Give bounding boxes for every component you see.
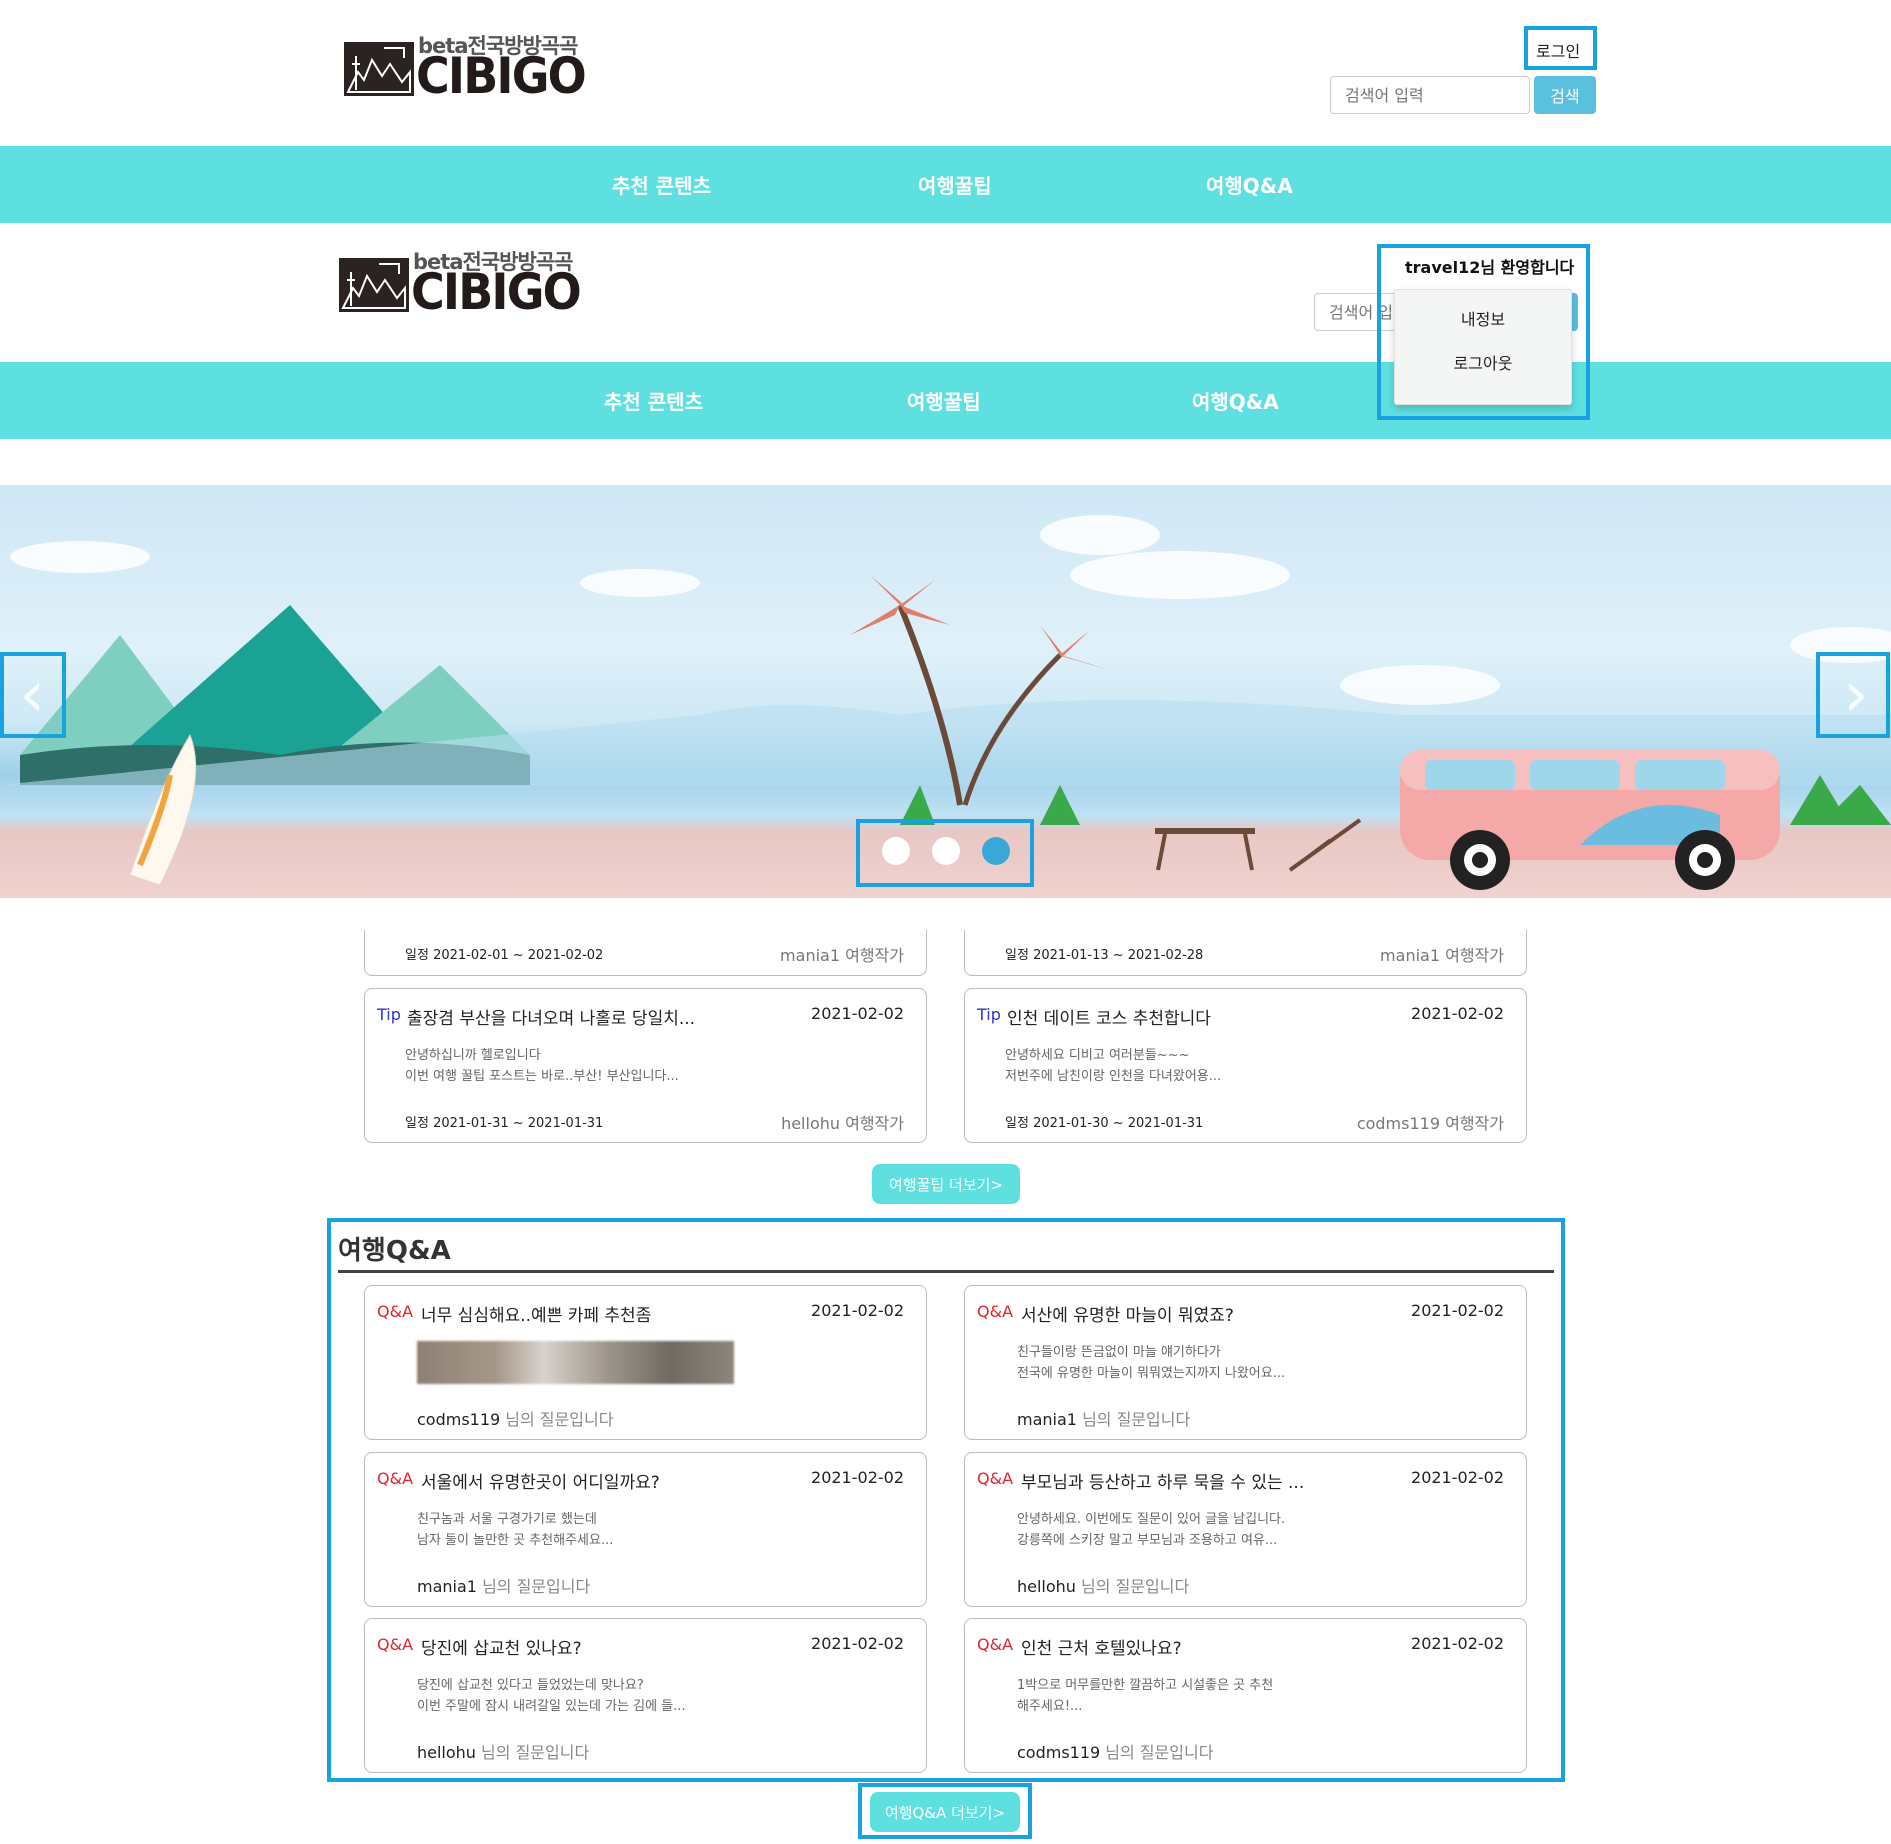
- nav-travel-qa[interactable]: 여행Q&A: [1192, 386, 1279, 415]
- tip-tag: Tip: [377, 1005, 401, 1024]
- carousel-dot-1[interactable]: [882, 837, 910, 865]
- logo-wordmark: CIBIGO: [416, 47, 587, 105]
- qa-card[interactable]: Q&A 서울에서 유명한곳이 어디일까요? 2021-02-02 친구놈과 서울…: [364, 1452, 927, 1607]
- card-title[interactable]: 출장겸 부산을 다녀오며 나홀로 당일치...: [407, 1004, 695, 1029]
- schedule: 일정 2021-02-01 ~ 2021-02-02: [405, 948, 604, 963]
- nav-travel-qa[interactable]: 여행Q&A: [1206, 170, 1293, 199]
- card-desc: 친구들이랑 뜬금없이 마늘 얘기하다가 전국에 유명한 마늘이 뭐뭐였는지까지 나…: [1017, 1345, 1286, 1381]
- card-date: 2021-02-02: [811, 1634, 904, 1653]
- card-title[interactable]: 부모님과 등산하고 하루 묵을 수 있는 ...: [1021, 1468, 1304, 1493]
- author: codms119 여행작가: [1356, 1114, 1504, 1133]
- qa-card[interactable]: Q&A 너무 심심해요..예쁜 카페 추천좀 2021-02-02 codms1…: [364, 1285, 927, 1440]
- user-dropdown-menu: 내정보 로그아웃: [1394, 289, 1572, 405]
- card-desc: 안녕하십니까 헬로입니다 이번 여행 꿀팁 포스트는 바로..부산! 부산입니다.…: [405, 1048, 679, 1084]
- menu-item-logout[interactable]: 로그아웃: [1395, 350, 1571, 374]
- nav-recommended[interactable]: 추천 콘텐츠: [604, 386, 703, 415]
- tip-card-partial-2[interactable]: 일정 2021-01-13 ~ 2021-02-28 mania1 여행작가: [964, 930, 1527, 976]
- site-logo[interactable]: beta전국방방곡곡 CIBIGO: [344, 24, 587, 104]
- asker: hellohu 님의 질문입니다: [417, 1743, 590, 1762]
- card-desc: 안녕하세요. 이번에도 질문이 있어 글을 남깁니다. 강릉쪽에 스키장 말고 부…: [1017, 1512, 1286, 1548]
- card-title[interactable]: 서울에서 유명한곳이 어디일까요?: [421, 1468, 660, 1493]
- nav-travel-tips[interactable]: 여행꿀팁: [918, 170, 992, 199]
- author: mania1 여행작가: [780, 946, 904, 965]
- asker: mania1 님의 질문입니다: [1017, 1410, 1191, 1429]
- tip-card[interactable]: Tip 출장겸 부산을 다녀오며 나홀로 당일치... 2021-02-02 안…: [364, 988, 927, 1143]
- logo-wordmark: CIBIGO: [411, 263, 582, 321]
- login-link[interactable]: 로그인: [1536, 38, 1580, 62]
- qa-tag: Q&A: [977, 1469, 1014, 1488]
- menu-item-my-info[interactable]: 내정보: [1395, 306, 1571, 330]
- nav-recommended[interactable]: 추천 콘텐츠: [612, 170, 711, 199]
- card-title[interactable]: 너무 심심해요..예쁜 카페 추천좀: [421, 1301, 651, 1326]
- tip-card[interactable]: Tip 인천 데이트 코스 추천합니다 2021-02-02 안녕하세요 디비고…: [964, 988, 1527, 1143]
- card-desc: 당진에 삽교천 있다고 들었었는데 맞나요? 이번 주말에 잠시 내려갈일 있는데…: [417, 1678, 686, 1714]
- card-desc: 친구놈과 서울 구경가기로 했는데 남자 둘이 놀만한 곳 추천해주세요...: [417, 1512, 614, 1548]
- author: hellohu 여행작가: [781, 1114, 904, 1133]
- main-navbar: 추천 콘텐츠 여행꿀팁 여행Q&A: [0, 146, 1891, 223]
- card-date: 2021-02-02: [811, 1004, 904, 1023]
- tip-tag: Tip: [977, 1005, 1001, 1024]
- qa-section-divider: [338, 1270, 1554, 1273]
- qa-tag: Q&A: [377, 1469, 414, 1488]
- card-date: 2021-02-02: [811, 1468, 904, 1487]
- qa-tag: Q&A: [977, 1302, 1014, 1321]
- chevron-right-icon: ›: [1843, 658, 1869, 732]
- schedule: 일정 2021-01-30 ~ 2021-01-31: [1005, 1116, 1204, 1131]
- author: mania1 여행작가: [1380, 946, 1504, 965]
- hero-carousel: ‹ ›: [0, 485, 1891, 898]
- search-button[interactable]: 검색: [1534, 76, 1596, 114]
- logo-mark-icon: [344, 42, 414, 96]
- card-title[interactable]: 인천 근처 호텔있나요?: [1021, 1634, 1182, 1659]
- main-navbar-2: 추천 콘텐츠 여행꿀팁 여행Q&A: [0, 362, 1891, 439]
- carousel-dot-3[interactable]: [982, 837, 1010, 865]
- qa-card[interactable]: Q&A 인천 근처 호텔있나요? 2021-02-02 1박으로 머무를만한 깔…: [964, 1618, 1527, 1773]
- schedule: 일정 2021-01-31 ~ 2021-01-31: [405, 1116, 604, 1131]
- qa-tag: Q&A: [377, 1302, 414, 1321]
- tips-more-button[interactable]: 여행꿀팁 더보기>: [872, 1164, 1020, 1204]
- qa-card[interactable]: Q&A 서산에 유명한 마늘이 뭐였죠? 2021-02-02 친구들이랑 뜬금…: [964, 1285, 1527, 1440]
- card-desc: 1박으로 머무를만한 깔끔하고 시설좋은 곳 추천 해주세요!...: [1017, 1678, 1274, 1714]
- carousel-dot-2[interactable]: [932, 837, 960, 865]
- card-desc: 안녕하세요 디비고 여러분들~~~ 저번주에 남친이랑 인천을 다녀왔어용...: [1005, 1048, 1222, 1084]
- carousel-next-button[interactable]: ›: [1826, 655, 1886, 735]
- tip-card-partial-1[interactable]: 일정 2021-02-01 ~ 2021-02-02 mania1 여행작가: [364, 930, 927, 976]
- card-title[interactable]: 당진에 삽교천 있나요?: [421, 1634, 582, 1659]
- card-date: 2021-02-02: [1411, 1004, 1504, 1023]
- qa-card[interactable]: Q&A 부모님과 등산하고 하루 묵을 수 있는 ... 2021-02-02 …: [964, 1452, 1527, 1607]
- qa-tag: Q&A: [377, 1635, 414, 1654]
- card-date: 2021-02-02: [811, 1301, 904, 1320]
- asker: hellohu 님의 질문입니다: [1017, 1577, 1190, 1596]
- qa-card[interactable]: Q&A 당진에 삽교천 있나요? 2021-02-02 당진에 삽교천 있다고 …: [364, 1618, 927, 1773]
- carousel-prev-button[interactable]: ‹: [2, 655, 62, 735]
- search-input[interactable]: [1330, 76, 1530, 114]
- asker: codms119 님의 질문입니다: [1017, 1743, 1214, 1762]
- card-date: 2021-02-02: [1411, 1301, 1504, 1320]
- card-date: 2021-02-02: [1411, 1634, 1504, 1653]
- schedule: 일정 2021-01-13 ~ 2021-02-28: [1005, 948, 1204, 963]
- card-title[interactable]: 서산에 유명한 마늘이 뭐였죠?: [1021, 1301, 1234, 1326]
- asker: codms119 님의 질문입니다: [417, 1410, 614, 1429]
- asker: mania1 님의 질문입니다: [417, 1577, 591, 1596]
- card-thumbnail: [417, 1341, 734, 1384]
- welcome-message[interactable]: travel12님 환영합니다: [1405, 254, 1574, 278]
- chevron-left-icon: ‹: [19, 658, 45, 732]
- logo-mark-icon: [339, 258, 409, 312]
- qa-section-title: 여행Q&A: [338, 1236, 451, 1266]
- card-title[interactable]: 인천 데이트 코스 추천합니다: [1007, 1004, 1211, 1029]
- site-logo-2[interactable]: beta전국방방곡곡 CIBIGO: [339, 240, 582, 320]
- qa-tag: Q&A: [977, 1635, 1014, 1654]
- card-date: 2021-02-02: [1411, 1468, 1504, 1487]
- nav-travel-tips[interactable]: 여행꿀팁: [907, 386, 981, 415]
- qa-more-button[interactable]: 여행Q&A 더보기>: [870, 1792, 1020, 1832]
